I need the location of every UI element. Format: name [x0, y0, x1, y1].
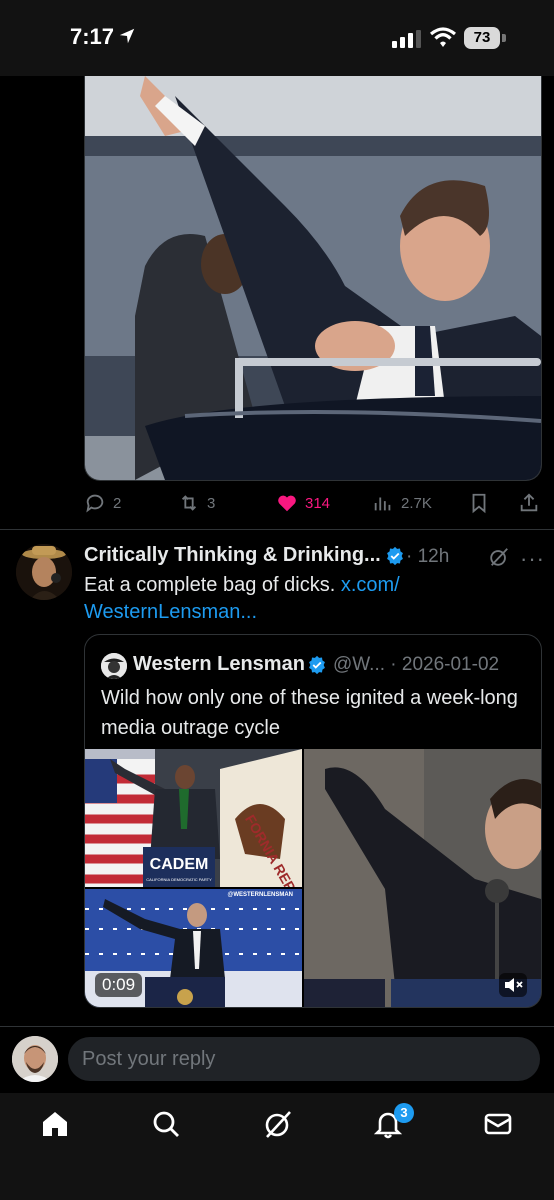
grok-icon[interactable]	[488, 546, 510, 568]
verified-badge-icon	[387, 546, 403, 566]
tweet-time: · 12h	[406, 546, 450, 567]
tweet-divider	[0, 529, 554, 530]
messages-envelope-icon[interactable]	[482, 1108, 514, 1140]
status-time: 7:17	[70, 24, 115, 49]
quoted-author-name: Western Lensman	[133, 653, 305, 675]
repost-button[interactable]: 3	[178, 486, 215, 520]
share-icon	[520, 493, 538, 512]
repost-icon	[181, 495, 197, 511]
bookmark-icon	[472, 493, 486, 514]
repost-count: 3	[207, 494, 216, 512]
views-button[interactable]: 2.7K	[372, 486, 432, 520]
more-options-icon[interactable]: ···	[520, 546, 545, 572]
podium-sign-subtext: CALIFORNIA DEMOCRATIC PARTY	[146, 877, 212, 882]
tweet-photo[interactable]	[84, 76, 542, 481]
quoted-author-avatar	[101, 653, 127, 679]
reply-button[interactable]: 2	[84, 486, 121, 520]
battery-tip	[502, 34, 506, 42]
quoted-verified-badge-icon	[309, 655, 325, 675]
author-name[interactable]: Critically Thinking & Drinking...	[84, 544, 381, 567]
heart-icon	[278, 495, 296, 512]
mute-icon[interactable]	[499, 973, 527, 997]
watermark-text: @WESTERNLENSMAN	[227, 892, 293, 898]
notifications-badge: 3	[394, 1103, 414, 1123]
location-arrow-icon	[119, 28, 135, 44]
avatar-illustration	[16, 544, 72, 600]
wifi-icon	[430, 27, 456, 47]
reply-count: 2	[113, 494, 122, 512]
quoted-video[interactable]: FORNIA REPUBL CADEM CALIFORNIA DEMOCRATI…	[85, 749, 541, 1007]
like-button[interactable]: 314	[276, 486, 330, 520]
grok-tab-icon[interactable]	[262, 1108, 294, 1140]
tweet-link[interactable]: x.com/	[341, 574, 400, 596]
quoted-tweet[interactable]: Western Lensman @W... · 2026-01-02 Wild …	[84, 634, 542, 1008]
video-duration: 0:09	[95, 973, 143, 997]
views-icon	[374, 497, 391, 511]
quoted-author-handle: @W... · 2026-01-02	[333, 654, 500, 675]
quoted-tweet-text: Wild how only one of these ignited a wee…	[101, 687, 518, 739]
views-count: 2.7K	[401, 494, 432, 512]
my-avatar[interactable]	[12, 1036, 58, 1082]
reply-icon	[86, 494, 104, 513]
bookmark-button[interactable]	[468, 486, 490, 520]
reply-input[interactable]	[68, 1037, 540, 1081]
photo-illustration	[85, 76, 541, 480]
share-button[interactable]	[518, 486, 540, 520]
search-icon[interactable]	[150, 1108, 182, 1140]
cellular-signal-icon	[392, 30, 421, 48]
author-avatar[interactable]	[16, 544, 72, 600]
podium-sign-text: CADEM	[150, 856, 209, 873]
tweet-text: Eat a complete bag of dicks. x.com/ West…	[84, 574, 400, 623]
battery-icon: 73	[464, 27, 500, 49]
home-icon[interactable]	[39, 1108, 71, 1140]
tweet-link-continued[interactable]: WesternLensman...	[84, 601, 257, 623]
like-count: 314	[305, 494, 331, 512]
